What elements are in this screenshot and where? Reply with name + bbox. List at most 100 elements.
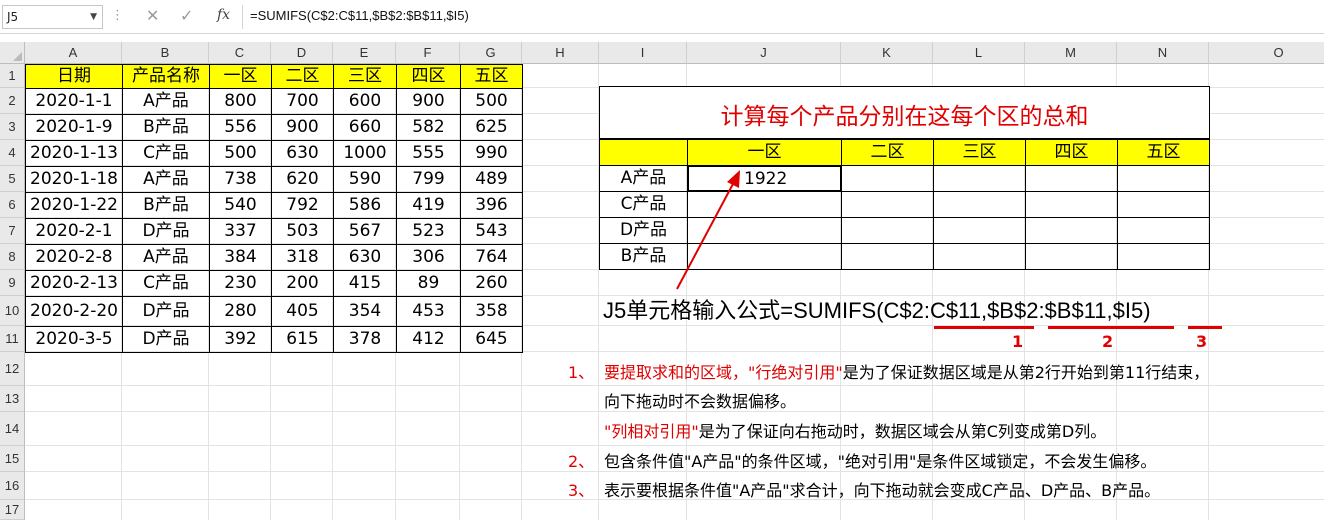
header-cell-zone5[interactable]: 五区 bbox=[460, 64, 523, 89]
summary-header-cell[interactable]: 四区 bbox=[1025, 139, 1118, 166]
cell-zone5[interactable]: 543 bbox=[460, 218, 523, 245]
summary-empty-cell[interactable] bbox=[841, 243, 934, 270]
cell-zone1[interactable]: 230 bbox=[209, 270, 272, 297]
cell-zone4[interactable]: 900 bbox=[396, 88, 461, 115]
summary-empty-cell[interactable] bbox=[1025, 217, 1118, 244]
cell-date[interactable]: 2020-1-22 bbox=[25, 192, 123, 219]
summary-empty-cell[interactable] bbox=[933, 165, 1026, 192]
summary-empty-cell[interactable] bbox=[1117, 165, 1210, 192]
row-header-8[interactable]: 8 bbox=[0, 244, 25, 270]
row-header-11[interactable]: 11 bbox=[0, 326, 25, 352]
summary-empty-cell[interactable] bbox=[841, 191, 934, 218]
row-header-15[interactable]: 15 bbox=[0, 446, 25, 472]
cell-zone1[interactable]: 280 bbox=[209, 296, 272, 327]
col-header-i[interactable]: I bbox=[599, 42, 687, 64]
cell-zone3[interactable]: 1000 bbox=[333, 140, 397, 167]
col-header-k[interactable]: K bbox=[841, 42, 933, 64]
cell-zone3[interactable]: 586 bbox=[333, 192, 397, 219]
row-header-17[interactable]: 17 bbox=[0, 500, 25, 520]
cell-date[interactable]: 2020-1-1 bbox=[25, 88, 123, 115]
cell-zone5[interactable]: 625 bbox=[460, 114, 523, 141]
col-header-f[interactable]: F bbox=[396, 42, 460, 64]
col-header-e[interactable]: E bbox=[333, 42, 396, 64]
row-header-16[interactable]: 16 bbox=[0, 472, 25, 500]
summary-empty-cell[interactable] bbox=[933, 243, 1026, 270]
summary-empty-cell[interactable] bbox=[1117, 243, 1210, 270]
cell-zone4[interactable]: 453 bbox=[396, 296, 461, 327]
name-box[interactable]: J5 ▼ bbox=[2, 5, 103, 29]
row-header-4[interactable]: 4 bbox=[0, 140, 25, 166]
cell-date[interactable]: 2020-1-18 bbox=[25, 166, 123, 193]
summary-empty-cell[interactable] bbox=[1117, 191, 1210, 218]
col-header-a[interactable]: A bbox=[25, 42, 122, 64]
cell-zone1[interactable]: 392 bbox=[209, 326, 272, 353]
cell-product[interactable]: A产品 bbox=[122, 166, 210, 193]
cell-zone1[interactable]: 556 bbox=[209, 114, 272, 141]
cell-zone4[interactable]: 799 bbox=[396, 166, 461, 193]
cell-zone3[interactable]: 415 bbox=[333, 270, 397, 297]
cell-zone5[interactable]: 358 bbox=[460, 296, 523, 327]
summary-header-cell[interactable]: 一区 bbox=[687, 139, 842, 166]
cell-product[interactable]: D产品 bbox=[122, 218, 210, 245]
cell-zone2[interactable]: 615 bbox=[271, 326, 334, 353]
cell-product[interactable]: C产品 bbox=[122, 270, 210, 297]
row-header-7[interactable]: 7 bbox=[0, 218, 25, 244]
row-header-10[interactable]: 10 bbox=[0, 296, 25, 326]
header-cell-zone3[interactable]: 三区 bbox=[333, 64, 397, 89]
cell-zone5[interactable]: 645 bbox=[460, 326, 523, 353]
cell-date[interactable]: 2020-1-9 bbox=[25, 114, 123, 141]
cell-date[interactable]: 2020-2-20 bbox=[25, 296, 123, 327]
cell-zone2[interactable]: 318 bbox=[271, 244, 334, 271]
summary-header-cell[interactable]: 五区 bbox=[1117, 139, 1210, 166]
summary-header-cell[interactable] bbox=[599, 139, 688, 166]
cell-zone5[interactable]: 764 bbox=[460, 244, 523, 271]
summary-header-cell[interactable]: 二区 bbox=[841, 139, 934, 166]
summary-empty-cell[interactable] bbox=[1117, 217, 1210, 244]
cell-zone1[interactable]: 337 bbox=[209, 218, 272, 245]
cell-zone1[interactable]: 540 bbox=[209, 192, 272, 219]
cell-product[interactable]: A产品 bbox=[122, 88, 210, 115]
insert-function-icon[interactable]: fx bbox=[217, 7, 230, 23]
cell-zone2[interactable]: 405 bbox=[271, 296, 334, 327]
enter-check-icon[interactable]: ✓ bbox=[180, 6, 193, 25]
col-header-m[interactable]: M bbox=[1025, 42, 1117, 64]
row-header-2[interactable]: 2 bbox=[0, 88, 25, 114]
summary-empty-cell[interactable] bbox=[933, 191, 1026, 218]
cell-zone4[interactable]: 555 bbox=[396, 140, 461, 167]
cell-zone2[interactable]: 792 bbox=[271, 192, 334, 219]
cell-product[interactable]: B产品 bbox=[122, 114, 210, 141]
cell-zone1[interactable]: 800 bbox=[209, 88, 272, 115]
cell-product[interactable]: C产品 bbox=[122, 140, 210, 167]
row-header-5[interactable]: 5 bbox=[0, 166, 25, 192]
cell-zone4[interactable]: 306 bbox=[396, 244, 461, 271]
col-header-b[interactable]: B bbox=[122, 42, 209, 64]
cell-zone4[interactable]: 412 bbox=[396, 326, 461, 353]
cell-zone1[interactable]: 500 bbox=[209, 140, 272, 167]
cell-zone2[interactable]: 900 bbox=[271, 114, 334, 141]
cell-zone5[interactable]: 489 bbox=[460, 166, 523, 193]
summary-empty-cell[interactable] bbox=[841, 217, 934, 244]
cell-zone2[interactable]: 700 bbox=[271, 88, 334, 115]
cell-date[interactable]: 2020-3-5 bbox=[25, 326, 123, 353]
cell-date[interactable]: 2020-2-8 bbox=[25, 244, 123, 271]
cell-zone2[interactable]: 620 bbox=[271, 166, 334, 193]
cell-zone3[interactable]: 354 bbox=[333, 296, 397, 327]
more-options-icon[interactable]: ⋮ bbox=[111, 8, 124, 23]
cell-zone4[interactable]: 89 bbox=[396, 270, 461, 297]
summary-empty-cell[interactable] bbox=[1025, 243, 1118, 270]
summary-empty-cell[interactable] bbox=[1025, 165, 1118, 192]
formula-input[interactable]: =SUMIFS(C$2:C$11,$B$2:$B$11,$I5) bbox=[250, 8, 469, 23]
header-cell-zone2[interactable]: 二区 bbox=[271, 64, 334, 89]
name-box-dropdown-icon[interactable]: ▼ bbox=[90, 6, 97, 28]
cell-zone3[interactable]: 600 bbox=[333, 88, 397, 115]
cell-date[interactable]: 2020-2-1 bbox=[25, 218, 123, 245]
cell-date[interactable]: 2020-2-13 bbox=[25, 270, 123, 297]
col-header-g[interactable]: G bbox=[460, 42, 522, 64]
col-header-l[interactable]: L bbox=[933, 42, 1025, 64]
cell-zone5[interactable]: 260 bbox=[460, 270, 523, 297]
row-header-1[interactable]: 1 bbox=[0, 64, 25, 88]
cell-product[interactable]: A产品 bbox=[122, 244, 210, 271]
select-all-corner[interactable] bbox=[0, 42, 25, 64]
col-header-o[interactable]: O bbox=[1209, 42, 1324, 64]
row-header-13[interactable]: 13 bbox=[0, 386, 25, 412]
